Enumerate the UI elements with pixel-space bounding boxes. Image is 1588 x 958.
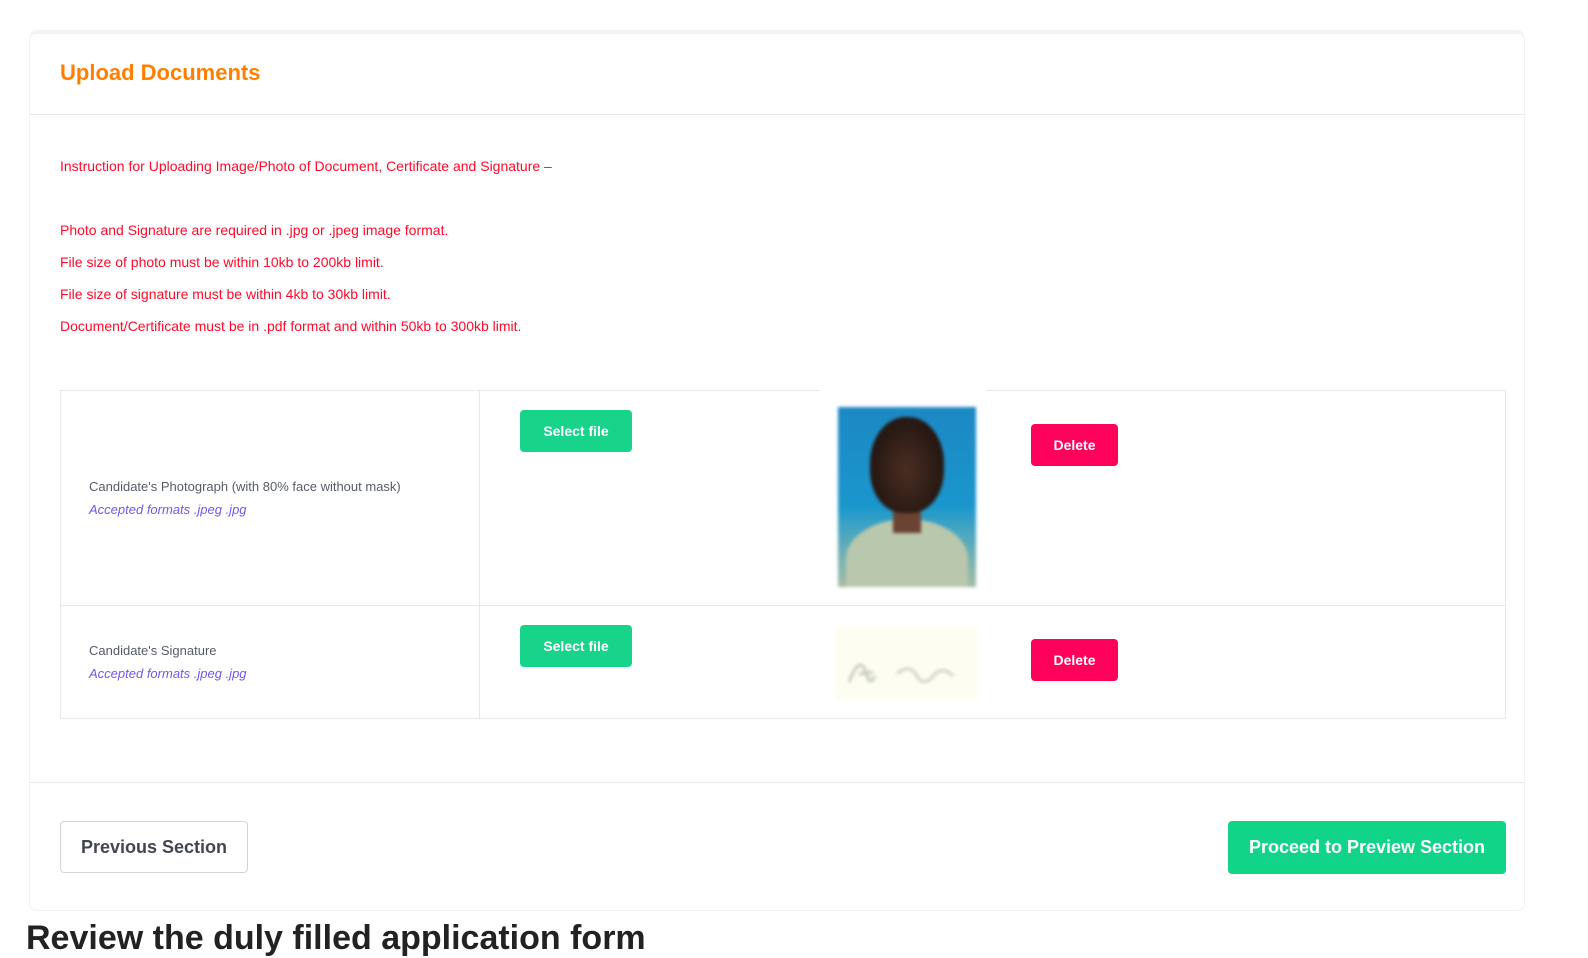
- signature-image: [847, 663, 955, 684]
- document-upload-cell: Select file Delete: [479, 389, 1506, 606]
- document-upload-cell: Select file Delete: [479, 605, 1506, 719]
- photograph-image: [838, 407, 976, 587]
- table-row: Candidate's Signature Accepted formats .…: [60, 605, 1506, 719]
- signature-delete-button[interactable]: Delete: [1031, 639, 1118, 681]
- instructions-heading: Instruction for Uploading Image/Photo of…: [60, 158, 552, 174]
- previous-section-button[interactable]: Previous Section: [60, 821, 248, 873]
- signature-select-file-button[interactable]: Select file: [520, 625, 632, 667]
- photo-head: [870, 417, 944, 513]
- instruction-line: Document/Certificate must be in .pdf for…: [60, 318, 522, 334]
- instruction-line: File size of photo must be within 10kb t…: [60, 254, 384, 270]
- photograph-select-file-button[interactable]: Select file: [520, 410, 632, 452]
- document-label-cell: Candidate's Signature Accepted formats .…: [60, 605, 480, 719]
- photograph-delete-button[interactable]: Delete: [1031, 424, 1118, 466]
- upload-documents-card: Upload Documents Instruction for Uploadi…: [30, 34, 1524, 910]
- card-header: Upload Documents: [30, 34, 1524, 115]
- photograph-preview: [820, 389, 986, 593]
- instruction-line: Photo and Signature are required in .jpg…: [60, 222, 449, 238]
- photograph-label: Candidate's Photograph (with 80% face wi…: [89, 479, 401, 494]
- footer-divider: [30, 782, 1524, 783]
- signature-label: Candidate's Signature: [89, 643, 217, 658]
- table-row: Candidate's Photograph (with 80% face wi…: [60, 389, 1506, 606]
- document-label-cell: Candidate's Photograph (with 80% face wi…: [60, 390, 480, 606]
- photograph-accepted-formats: Accepted formats .jpeg .jpg: [89, 502, 247, 517]
- documents-table: Candidate's Photograph (with 80% face wi…: [60, 389, 1506, 719]
- proceed-to-preview-button[interactable]: Proceed to Preview Section: [1228, 821, 1506, 874]
- section-title: Upload Documents: [60, 60, 261, 85]
- signature-preview: [835, 626, 977, 700]
- instruction-line: File size of signature must be within 4k…: [60, 286, 391, 302]
- review-application-heading: Review the duly filled application form: [26, 919, 646, 957]
- signature-accepted-formats: Accepted formats .jpeg .jpg: [89, 666, 247, 681]
